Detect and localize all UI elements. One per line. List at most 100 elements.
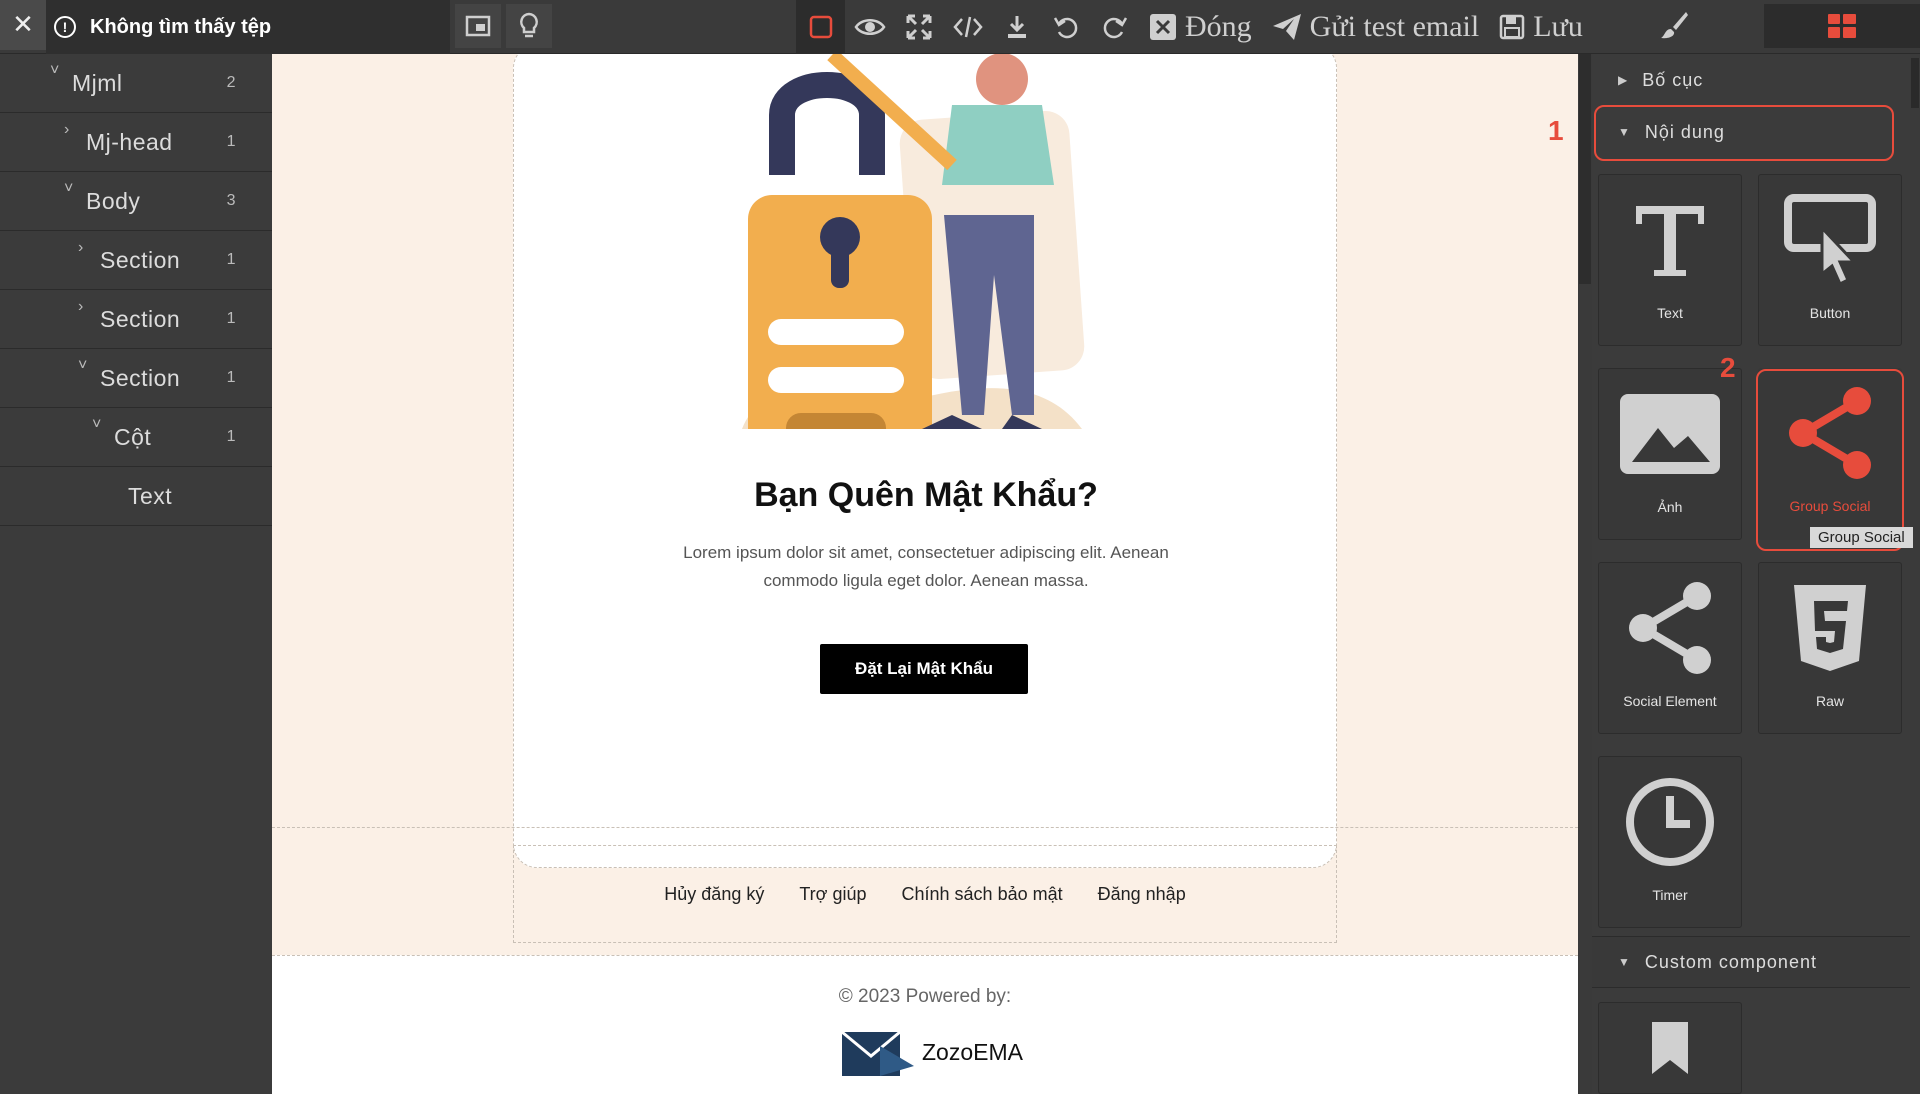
file-status-text: Không tìm thấy tệp bbox=[90, 15, 272, 38]
block-timer[interactable]: Timer bbox=[1598, 756, 1742, 928]
footer-links[interactable]: Hủy đăng ký Trợ giúp Chính sách bảo mật … bbox=[513, 845, 1337, 943]
canvas-scroll-thumb[interactable] bbox=[1579, 54, 1591, 284]
eye-icon bbox=[853, 19, 886, 35]
send-test-email-button[interactable]: Gửi test email bbox=[1262, 0, 1490, 54]
component-outline-button[interactable] bbox=[796, 0, 845, 54]
forgot-password-illustration bbox=[742, 54, 1085, 429]
email-title[interactable]: Bạn Quên Mật Khẩu? bbox=[514, 476, 1338, 515]
envelope-logo-icon bbox=[841, 1030, 914, 1076]
block-raw[interactable]: Raw bbox=[1758, 562, 1902, 734]
paintbrush-icon bbox=[1661, 12, 1688, 39]
help-link[interactable]: Trợ giúp bbox=[799, 884, 866, 905]
layer-label: Section bbox=[100, 305, 181, 332]
chevron-right-icon[interactable]: › bbox=[64, 121, 70, 139]
close-action-button[interactable]: Đóng bbox=[1139, 0, 1262, 54]
undo-button[interactable] bbox=[1041, 0, 1090, 54]
expand-arrows-icon bbox=[906, 14, 931, 40]
layer-item-section[interactable]: › Section 1 bbox=[0, 290, 272, 349]
layer-count: 2 bbox=[226, 74, 236, 91]
lightbulb-icon bbox=[520, 12, 538, 38]
login-link[interactable]: Đăng nhập bbox=[1098, 884, 1186, 905]
layer-count: 1 bbox=[226, 428, 236, 445]
category-layout[interactable]: ▶ Bố cục bbox=[1592, 54, 1910, 106]
chevron-down-icon[interactable]: ˅ bbox=[92, 416, 102, 434]
bookmark-icon bbox=[1652, 1022, 1688, 1074]
chevron-right-icon[interactable]: › bbox=[78, 298, 84, 316]
undo-icon bbox=[1053, 17, 1077, 39]
blocks-tab[interactable] bbox=[1764, 4, 1920, 48]
hint-button[interactable] bbox=[506, 4, 552, 48]
clock-icon bbox=[1626, 778, 1714, 866]
brand-name: ZozoEMA bbox=[922, 1038, 1023, 1065]
section-divider bbox=[272, 827, 1578, 828]
category-label: Custom component bbox=[1644, 951, 1817, 972]
privacy-policy-link[interactable]: Chính sách bảo mật bbox=[902, 884, 1063, 905]
grid-blocks-icon bbox=[1828, 14, 1856, 38]
unsubscribe-link[interactable]: Hủy đăng ký bbox=[664, 884, 764, 905]
block-label: Text bbox=[1657, 305, 1683, 321]
layer-item-body[interactable]: ˅ Body 3 bbox=[0, 172, 272, 231]
text-t-icon bbox=[1636, 206, 1704, 276]
top-toolbar: ✕ ! Không tìm thấy tệp Đóng Gửi test ema… bbox=[0, 0, 1920, 54]
copyright-text: © 2023 Powered by: bbox=[838, 986, 1012, 1007]
block-image[interactable]: Ảnh bbox=[1598, 368, 1742, 540]
close-action-label: Đóng bbox=[1185, 10, 1252, 43]
close-square-icon bbox=[1150, 14, 1176, 40]
layer-item-text[interactable]: Text bbox=[0, 467, 272, 526]
group-social-highlight bbox=[1756, 369, 1904, 551]
hero-card[interactable]: Bạn Quên Mật Khẩu? Lorem ipsum dolor sit… bbox=[513, 54, 1337, 868]
layer-manager: ˅ Mjml 2 › Mj-head 1 ˅ Body 3 › Section … bbox=[0, 54, 272, 1094]
email-footer[interactable]: © 2023 Powered by: ZozoEMA bbox=[272, 955, 1578, 1094]
category-custom-component[interactable]: ▼ Custom component bbox=[1592, 936, 1910, 988]
share-icon bbox=[1629, 582, 1711, 674]
block-text[interactable]: Text bbox=[1598, 174, 1742, 346]
html5-icon bbox=[1794, 585, 1866, 671]
code-icon bbox=[952, 16, 983, 38]
chevron-right-icon[interactable]: › bbox=[78, 239, 84, 257]
chevron-down-icon[interactable]: ˅ bbox=[78, 357, 88, 375]
save-button[interactable]: Lưu bbox=[1489, 0, 1593, 54]
right-panel-tabs bbox=[1592, 0, 1920, 54]
block-button[interactable]: Button bbox=[1758, 174, 1902, 346]
group-social-tooltip: Group Social bbox=[1810, 527, 1913, 548]
layer-label: Section bbox=[100, 246, 181, 273]
panel-scroll-thumb[interactable] bbox=[1911, 58, 1919, 108]
download-button[interactable] bbox=[992, 0, 1041, 54]
layer-count: 1 bbox=[226, 310, 236, 327]
reset-password-button[interactable]: Đặt Lại Mật Khẩu bbox=[820, 644, 1028, 694]
layer-item-section[interactable]: ˅ Section 1 bbox=[0, 349, 272, 408]
redo-icon bbox=[1103, 17, 1127, 39]
download-icon bbox=[1007, 16, 1026, 38]
chevron-down-icon[interactable]: ˅ bbox=[50, 62, 60, 80]
layer-label: Mjml bbox=[72, 69, 123, 96]
brand-logo: ZozoEMA bbox=[840, 1026, 1023, 1078]
button-click-icon bbox=[1784, 194, 1876, 287]
redo-button[interactable] bbox=[1090, 0, 1139, 54]
block-custom-bookmark[interactable] bbox=[1598, 1002, 1742, 1094]
image-icon bbox=[1620, 394, 1720, 474]
content-category-highlight bbox=[1594, 105, 1894, 161]
fullscreen-button[interactable] bbox=[894, 0, 943, 54]
chevron-down-icon[interactable]: ˅ bbox=[64, 180, 74, 198]
style-manager-tab[interactable] bbox=[1592, 0, 1756, 50]
layer-item-mj-head[interactable]: › Mj-head 1 bbox=[0, 113, 272, 172]
annotation-number: 2 bbox=[1720, 352, 1736, 383]
picture-in-picture-icon bbox=[465, 15, 491, 37]
layer-item-column[interactable]: ˅ Cột 1 bbox=[0, 408, 272, 467]
email-canvas[interactable]: Bạn Quên Mật Khẩu? Lorem ipsum dolor sit… bbox=[272, 54, 1578, 1094]
block-social-element[interactable]: Social Element bbox=[1598, 562, 1742, 734]
file-status: ! Không tìm thấy tệp bbox=[46, 0, 450, 54]
layer-item-section[interactable]: › Section 1 bbox=[0, 231, 272, 290]
layer-count: 1 bbox=[226, 369, 236, 386]
send-test-email-label: Gửi test email bbox=[1309, 10, 1480, 43]
floppy-disk-icon bbox=[1499, 14, 1525, 40]
close-editor-button[interactable]: ✕ bbox=[0, 0, 46, 50]
code-view-button[interactable] bbox=[943, 0, 992, 54]
email-body-text[interactable]: Lorem ipsum dolor sit amet, consectetuer… bbox=[654, 539, 1198, 595]
preview-layout-button[interactable] bbox=[455, 4, 501, 48]
layer-label: Body bbox=[86, 187, 141, 214]
preview-button[interactable] bbox=[845, 0, 894, 54]
layer-item-mjml[interactable]: ˅ Mjml 2 bbox=[0, 54, 272, 113]
block-label: Raw bbox=[1815, 693, 1844, 709]
panel-scrollbar[interactable] bbox=[1910, 54, 1920, 1094]
